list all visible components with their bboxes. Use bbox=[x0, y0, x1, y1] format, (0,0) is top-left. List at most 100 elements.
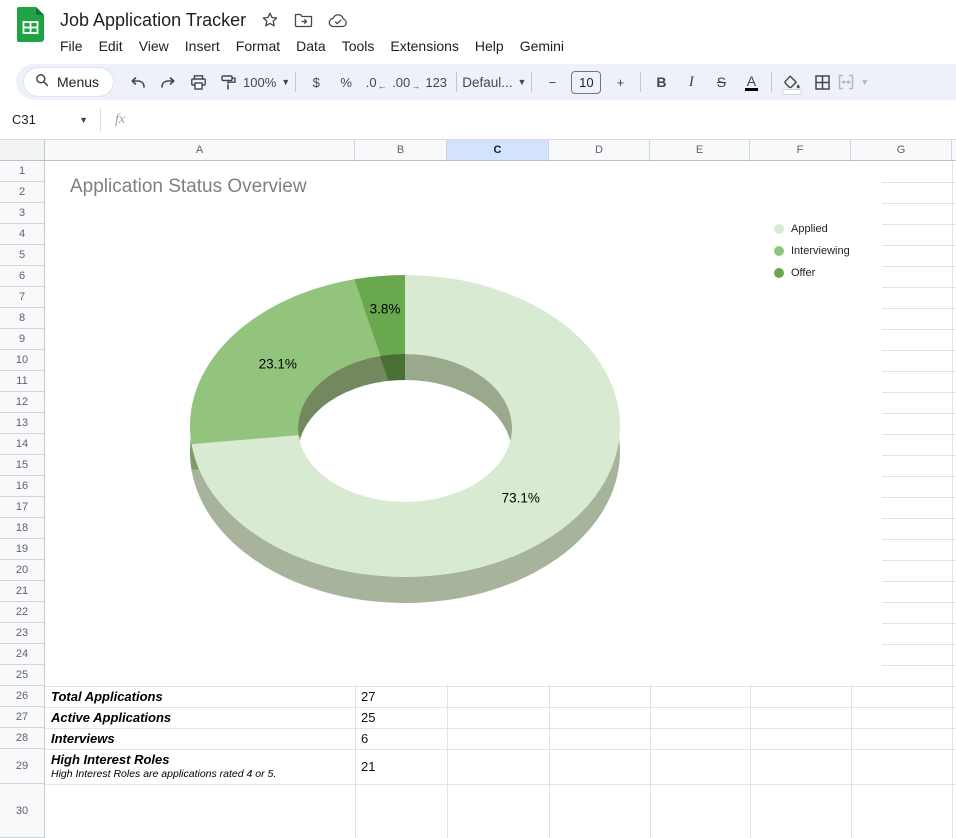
format-percent-button[interactable]: % bbox=[331, 68, 361, 96]
menu-item-file[interactable]: File bbox=[52, 33, 91, 59]
cloud-saved-icon[interactable] bbox=[328, 13, 349, 28]
cell-A26[interactable]: Total Applications bbox=[46, 686, 354, 707]
bold-button[interactable]: B bbox=[646, 68, 676, 96]
legend-dot-icon bbox=[774, 246, 784, 256]
row-header-24[interactable]: 24 bbox=[0, 644, 45, 665]
font-select[interactable]: Defaul...▼ bbox=[462, 68, 526, 96]
row-header-10[interactable]: 10 bbox=[0, 350, 45, 371]
more-formats-button[interactable]: 123 bbox=[421, 68, 451, 96]
row-header-20[interactable]: 20 bbox=[0, 560, 45, 581]
caret-down-icon: ▼ bbox=[281, 77, 290, 87]
gridline bbox=[45, 784, 956, 785]
row-header-16[interactable]: 16 bbox=[0, 476, 45, 497]
name-box[interactable]: C31 ▼ bbox=[0, 112, 96, 127]
row-header-23[interactable]: 23 bbox=[0, 623, 45, 644]
document-title[interactable]: Job Application Tracker bbox=[60, 10, 246, 31]
row-header-6[interactable]: 6 bbox=[0, 266, 45, 287]
text-color-button[interactable]: A bbox=[736, 68, 766, 96]
menu-item-format[interactable]: Format bbox=[228, 33, 288, 59]
cell-A28[interactable]: Interviews bbox=[46, 728, 354, 749]
font-size-input-label: 10 bbox=[579, 75, 593, 90]
cell-B27[interactable]: 25 bbox=[361, 707, 375, 728]
row-header-11[interactable]: 11 bbox=[0, 371, 45, 392]
row-header-7[interactable]: 7 bbox=[0, 287, 45, 308]
donut-chart[interactable]: 73.1%23.1%3.8% bbox=[46, 162, 882, 684]
row-header-18[interactable]: 18 bbox=[0, 518, 45, 539]
decrease-decimal-button[interactable]: .0← bbox=[361, 68, 391, 96]
legend-item-offer: Offer bbox=[774, 266, 850, 280]
cell-reference[interactable]: C31 bbox=[12, 112, 36, 127]
row-header-26[interactable]: 26 bbox=[0, 686, 45, 707]
row-header-27[interactable]: 27 bbox=[0, 707, 45, 728]
menu-item-view[interactable]: View bbox=[131, 33, 177, 59]
row-header-25[interactable]: 25 bbox=[0, 665, 45, 686]
toolbar-divider bbox=[456, 72, 457, 92]
print-button[interactable] bbox=[183, 68, 213, 96]
column-header-A[interactable]: A bbox=[45, 140, 355, 161]
sheets-logo-icon[interactable] bbox=[17, 7, 44, 42]
select-all-corner[interactable] bbox=[0, 140, 45, 161]
redo-button[interactable] bbox=[153, 68, 183, 96]
row-header-9[interactable]: 9 bbox=[0, 329, 45, 350]
decrease-font-size-button[interactable]: − bbox=[537, 68, 567, 96]
embedded-chart[interactable]: Application Status Overview 73.1%23.1%3.… bbox=[46, 162, 882, 684]
format-currency-button[interactable]: $ bbox=[301, 68, 331, 96]
legend-dot-icon bbox=[774, 268, 784, 278]
cell-B26[interactable]: 27 bbox=[361, 686, 375, 707]
row-header-30[interactable]: 30 bbox=[0, 784, 45, 838]
column-header-C[interactable]: C bbox=[447, 140, 549, 161]
name-box-caret-icon[interactable]: ▼ bbox=[79, 115, 88, 125]
legend-item-applied: Applied bbox=[774, 222, 850, 236]
row-header-1[interactable]: 1 bbox=[0, 161, 45, 182]
row-header-19[interactable]: 19 bbox=[0, 539, 45, 560]
row-header-12[interactable]: 12 bbox=[0, 392, 45, 413]
increase-font-size-button[interactable]: + bbox=[605, 68, 635, 96]
column-header-B[interactable]: B bbox=[355, 140, 447, 161]
cell-A27[interactable]: Active Applications bbox=[46, 707, 354, 728]
row-header-3[interactable]: 3 bbox=[0, 203, 45, 224]
row-header-17[interactable]: 17 bbox=[0, 497, 45, 518]
row-header-29[interactable]: 29 bbox=[0, 749, 45, 784]
strikethrough-button[interactable]: S bbox=[706, 68, 736, 96]
row-header-4[interactable]: 4 bbox=[0, 224, 45, 245]
fill-color-button[interactable] bbox=[777, 68, 807, 96]
row-header-14[interactable]: 14 bbox=[0, 434, 45, 455]
row-header-22[interactable]: 22 bbox=[0, 602, 45, 623]
row-header-21[interactable]: 21 bbox=[0, 581, 45, 602]
menu-item-help[interactable]: Help bbox=[467, 33, 512, 59]
menu-item-insert[interactable]: Insert bbox=[177, 33, 228, 59]
menus-search[interactable]: Menus bbox=[24, 68, 113, 96]
strikethrough-button-label: S bbox=[717, 74, 726, 90]
menu-item-tools[interactable]: Tools bbox=[334, 33, 383, 59]
column-header-F[interactable]: F bbox=[750, 140, 851, 161]
italic-button[interactable]: I bbox=[676, 68, 706, 96]
zoom-select[interactable]: 100%▼ bbox=[243, 68, 290, 96]
cell-B29[interactable]: 21 bbox=[361, 749, 375, 784]
fill-color-indicator bbox=[783, 90, 801, 94]
merge-cells-button[interactable]: ▼ bbox=[837, 68, 869, 96]
row-header-13[interactable]: 13 bbox=[0, 413, 45, 434]
star-icon[interactable] bbox=[261, 11, 279, 29]
row-header-8[interactable]: 8 bbox=[0, 308, 45, 329]
row-header-5[interactable]: 5 bbox=[0, 245, 45, 266]
menu-item-data[interactable]: Data bbox=[288, 33, 334, 59]
menu-item-gemini[interactable]: Gemini bbox=[512, 33, 572, 59]
column-header-E[interactable]: E bbox=[650, 140, 750, 161]
row-header-28[interactable]: 28 bbox=[0, 728, 45, 749]
menu-item-extensions[interactable]: Extensions bbox=[382, 33, 466, 59]
increase-decimal-button[interactable]: .00→ bbox=[391, 68, 421, 96]
paint-format-button[interactable] bbox=[213, 68, 243, 96]
text-color-button-label: A bbox=[745, 74, 758, 91]
row-header-15[interactable]: 15 bbox=[0, 455, 45, 476]
column-header-G[interactable]: G bbox=[851, 140, 952, 161]
caret-down-icon: ▼ bbox=[517, 77, 526, 87]
cell-B28[interactable]: 6 bbox=[361, 728, 368, 749]
font-size-input[interactable]: 10 bbox=[571, 71, 601, 94]
column-header-D[interactable]: D bbox=[549, 140, 650, 161]
cell-A29[interactable]: High Interest RolesHigh Interest Roles a… bbox=[46, 749, 354, 784]
move-to-folder-icon[interactable] bbox=[294, 12, 313, 28]
undo-button[interactable] bbox=[123, 68, 153, 96]
menu-item-edit[interactable]: Edit bbox=[91, 33, 131, 59]
borders-button[interactable] bbox=[807, 68, 837, 96]
row-header-2[interactable]: 2 bbox=[0, 182, 45, 203]
